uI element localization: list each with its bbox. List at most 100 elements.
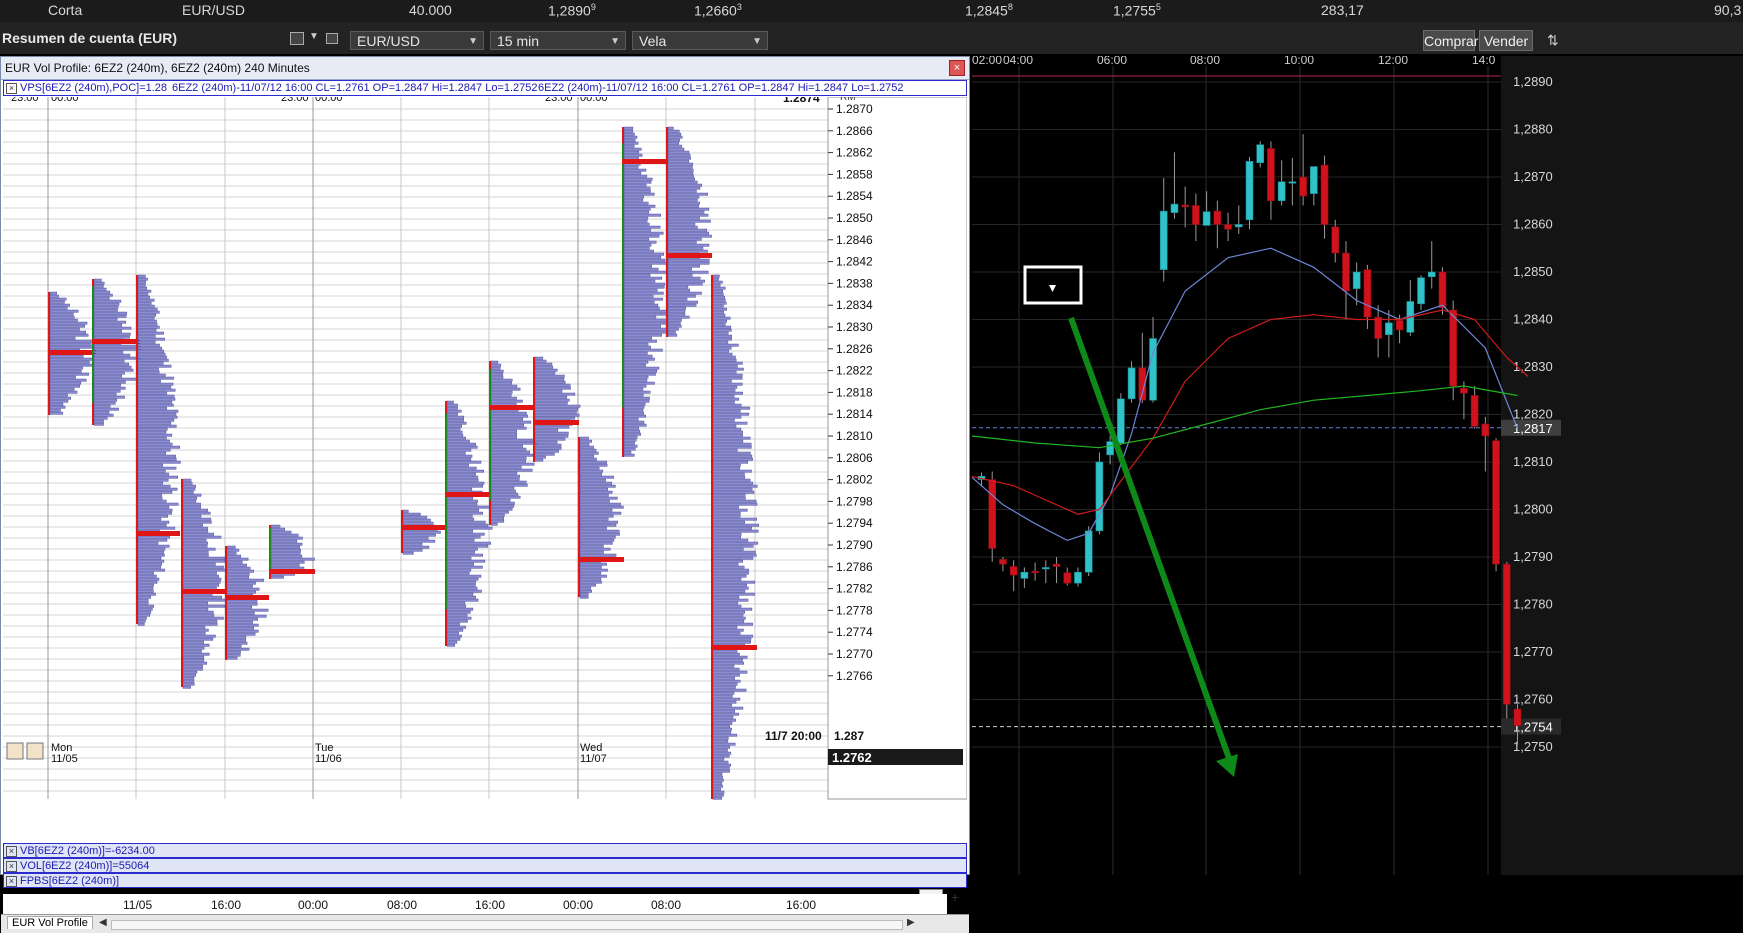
scroll-left-icon[interactable]: ◀ <box>99 917 107 928</box>
remove-indicator-icon[interactable]: × <box>6 846 17 857</box>
volume-bar <box>712 400 735 404</box>
close-icon[interactable]: × <box>949 60 965 76</box>
volume-bar <box>49 333 89 337</box>
volume-bar <box>623 285 665 289</box>
volume-bar <box>712 457 753 461</box>
volume-bar <box>137 328 157 332</box>
volume-bar <box>446 595 476 599</box>
volume-bar <box>712 574 747 578</box>
volume-bar <box>712 589 746 593</box>
volume-bar <box>137 574 157 578</box>
volume-bar <box>712 763 732 767</box>
volume-bar <box>712 778 724 782</box>
price-tick-label: 1.2850 <box>836 211 873 225</box>
volume-bar <box>137 454 176 458</box>
volume-profile-window: EUR Vol Profile: 6EZ2 (240m), 6EZ2 (240m… <box>0 56 970 933</box>
volume-bar <box>623 324 661 328</box>
volume-bar <box>137 403 174 407</box>
time-axis-area <box>972 56 1501 68</box>
volume-bar <box>182 601 208 605</box>
volume-bar <box>623 300 655 304</box>
candlestick-chart[interactable]: 02:00 04:00 06:00 08:00 10:00 12:00 14:0 1,2890… <box>972 56 1743 875</box>
volume-bar <box>446 631 459 635</box>
sell-button[interactable]: Vender <box>1479 30 1533 51</box>
horizontal-scrollbar[interactable] <box>111 920 903 930</box>
volume-bar <box>137 376 174 380</box>
volume-bar <box>623 423 647 427</box>
date-label: 11/07 <box>580 753 607 765</box>
volume-bar <box>579 460 607 464</box>
chevron-down-icon[interactable]: ▼ <box>309 31 319 42</box>
volume-bar <box>667 138 680 142</box>
volume-bar <box>446 580 476 584</box>
candle-body <box>1052 563 1061 567</box>
volume-bar <box>182 649 202 653</box>
screen-icon[interactable] <box>290 32 304 45</box>
chart-style-select[interactable]: Vela ▼ <box>632 31 768 50</box>
volume-bar <box>623 216 649 220</box>
volume-profile-chart[interactable]: 1.2870 1.2866 1.2862 1.2858 1.2854 1.2850 1.28… <box>3 97 967 839</box>
volume-bar <box>137 472 170 476</box>
volume-bar <box>534 416 576 420</box>
symbol-select[interactable]: EUR/USD ▼ <box>350 31 484 50</box>
date-label: 11/06 <box>315 753 342 765</box>
volume-bar <box>579 580 602 584</box>
volume-bar <box>49 369 82 373</box>
price-tick-label: 1,2880 <box>1513 122 1553 137</box>
quote-cell: EUR/USD <box>182 2 246 18</box>
add-icon[interactable]: + <box>945 889 965 911</box>
volume-bar <box>712 292 724 296</box>
volume-bar <box>490 507 513 511</box>
poc-marker <box>181 589 227 594</box>
volume-bar <box>712 703 732 707</box>
candle-body <box>1449 309 1457 387</box>
price-tick-label: 1.2806 <box>836 451 873 465</box>
volume-bar <box>712 433 743 437</box>
volume-bar <box>182 598 228 602</box>
volume-bar <box>712 532 742 536</box>
volume-bar <box>623 318 669 322</box>
volume-bar <box>712 562 739 566</box>
volume-bar <box>137 451 166 455</box>
volume-bar <box>93 326 132 330</box>
volume-bar <box>623 360 649 364</box>
tab-eur-vol-profile[interactable]: EUR Vol Profile <box>7 916 93 929</box>
volume-bar <box>667 216 700 220</box>
volume-bar <box>446 553 483 557</box>
volume-bar <box>623 192 655 196</box>
remove-study-icon[interactable]: × <box>6 83 17 94</box>
volume-bar <box>712 739 729 743</box>
time-tick-label: 04:00 <box>1003 56 1033 67</box>
remove-indicator-icon[interactable]: × <box>6 876 17 887</box>
candle-body <box>1374 316 1382 339</box>
window-titlebar[interactable]: EUR Vol Profile: 6EZ2 (240m), 6EZ2 (240m… <box>1 57 969 80</box>
volume-bar <box>534 401 568 405</box>
popout-icon[interactable] <box>326 33 338 44</box>
remove-indicator-icon[interactable]: × <box>6 861 17 872</box>
candle-body <box>1460 388 1468 394</box>
volume-bar <box>712 493 746 497</box>
price-tick-label: 1,2870 <box>1513 169 1553 184</box>
volume-bar <box>712 787 721 791</box>
volume-bar <box>446 481 485 485</box>
time-tick-label: 08:00 <box>1190 56 1220 67</box>
volume-bar <box>623 141 639 145</box>
volume-bar <box>402 545 430 549</box>
volume-bar <box>182 484 196 488</box>
volume-bar <box>712 454 753 458</box>
volume-bar <box>93 281 105 285</box>
settings-icon[interactable]: ⇅ <box>1547 32 1559 49</box>
volume-bar <box>137 595 151 599</box>
interval-select[interactable]: 15 min ▼ <box>490 31 626 50</box>
buy-button[interactable]: Comprar <box>1423 30 1478 51</box>
volume-bar <box>579 436 589 440</box>
volume-bar <box>226 560 243 564</box>
volume-bar <box>712 313 726 317</box>
volume-bar <box>712 286 726 290</box>
volume-bar <box>712 796 722 800</box>
scroll-right-icon[interactable]: ▶ <box>907 917 915 928</box>
volume-bar <box>712 439 744 443</box>
volume-bar <box>137 475 179 479</box>
volume-bar <box>712 319 727 323</box>
volume-bar <box>579 451 599 455</box>
